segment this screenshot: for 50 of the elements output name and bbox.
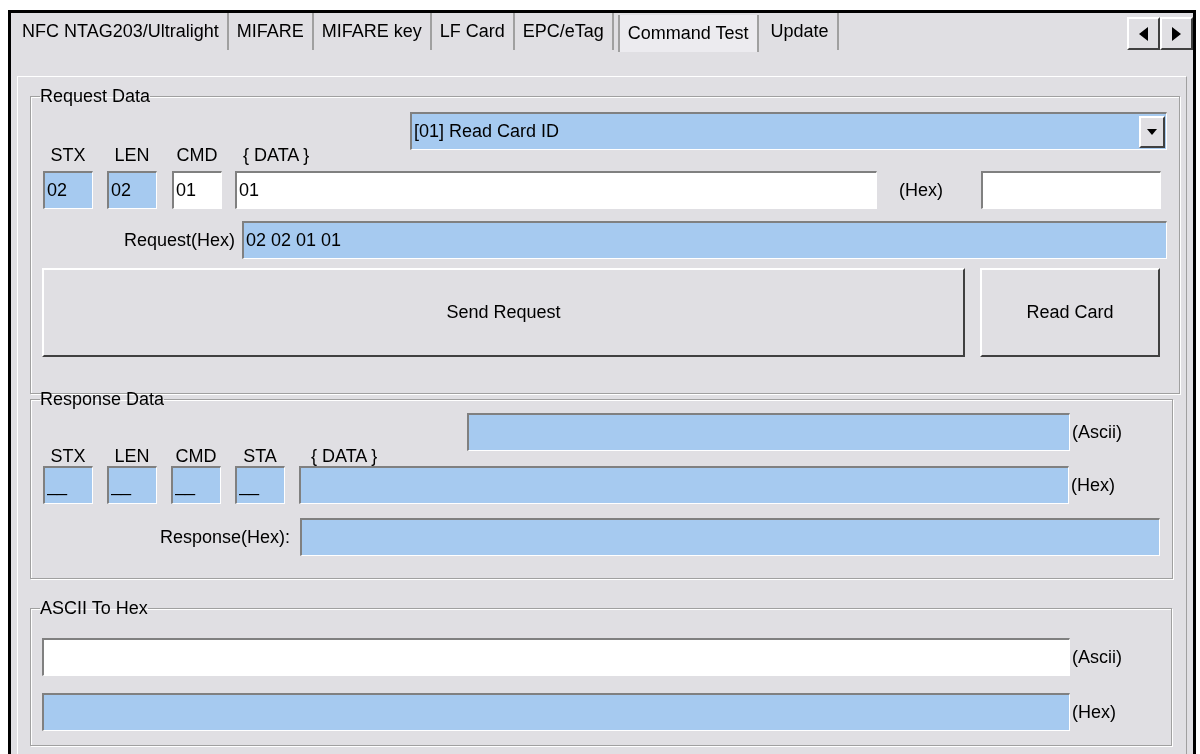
triangle-left-icon <box>1139 26 1148 41</box>
read-card-button[interactable]: Read Card <box>980 268 1160 357</box>
data-output-field[interactable] <box>299 466 1069 504</box>
group-title: Response Data <box>40 388 165 411</box>
scroll-right-button[interactable] <box>1160 17 1193 50</box>
field-label: STA <box>243 445 277 468</box>
field-label: LEN <box>114 144 150 167</box>
dropdown-button[interactable] <box>1139 115 1165 148</box>
hex-label: (Hex) <box>898 178 944 202</box>
tab[interactable]: MIFARE <box>228 13 314 50</box>
tab[interactable]: Command Test <box>617 15 759 52</box>
tab[interactable]: LF Card <box>431 13 515 50</box>
hex-output-field[interactable] <box>42 693 1070 731</box>
hex-label: (Hex) <box>1071 473 1115 497</box>
field-label: STX <box>50 445 86 468</box>
hex-output-field[interactable]: __ <box>107 466 157 504</box>
tab[interactable]: NFC NTAG203/Ultralight <box>14 13 229 50</box>
send-request-button[interactable]: Send Request <box>42 268 965 357</box>
tab[interactable]: Update <box>762 13 839 50</box>
hex-label: (Hex) <box>1072 700 1116 724</box>
tab[interactable]: MIFARE key <box>313 13 432 50</box>
request-hex-field[interactable]: 02 02 01 01 <box>242 221 1167 259</box>
ascii-input-field[interactable] <box>42 638 1070 676</box>
command-dropdown[interactable]: [01] Read Card ID <box>410 112 1167 150</box>
input-field[interactable] <box>981 171 1161 209</box>
field-label: { DATA } <box>311 445 378 468</box>
tab[interactable]: EPC/eTag <box>514 13 614 50</box>
hex-input-field[interactable]: 01 <box>172 171 222 209</box>
field-label: LEN <box>114 445 150 468</box>
ascii-label: (Ascii) <box>1072 421 1122 444</box>
field-label: Request(Hex) <box>123 228 235 252</box>
scroll-left-button[interactable] <box>1127 17 1160 50</box>
hex-output-field[interactable]: __ <box>235 466 285 504</box>
ascii-output-field[interactable] <box>467 413 1070 451</box>
caret-icon <box>1147 128 1157 135</box>
field-label: STX <box>50 144 86 167</box>
hex-input-field[interactable]: 01 <box>235 171 877 209</box>
field-label: Response(Hex): <box>159 525 290 549</box>
ascii-label: (Ascii) <box>1072 645 1122 669</box>
response-hex-field[interactable] <box>300 518 1160 556</box>
hex-input-field[interactable]: 02 <box>107 171 157 209</box>
field-label: CMD <box>176 144 218 167</box>
field-label: CMD <box>175 445 217 468</box>
group-title: Request Data <box>40 85 151 108</box>
group-title: ASCII To Hex <box>40 597 148 620</box>
triangle-right-icon <box>1172 26 1181 41</box>
hex-output-field[interactable]: __ <box>171 466 221 504</box>
hex-output-field[interactable]: __ <box>43 466 93 504</box>
field-label: { DATA } <box>243 144 310 167</box>
hex-input-field[interactable]: 02 <box>43 171 93 209</box>
